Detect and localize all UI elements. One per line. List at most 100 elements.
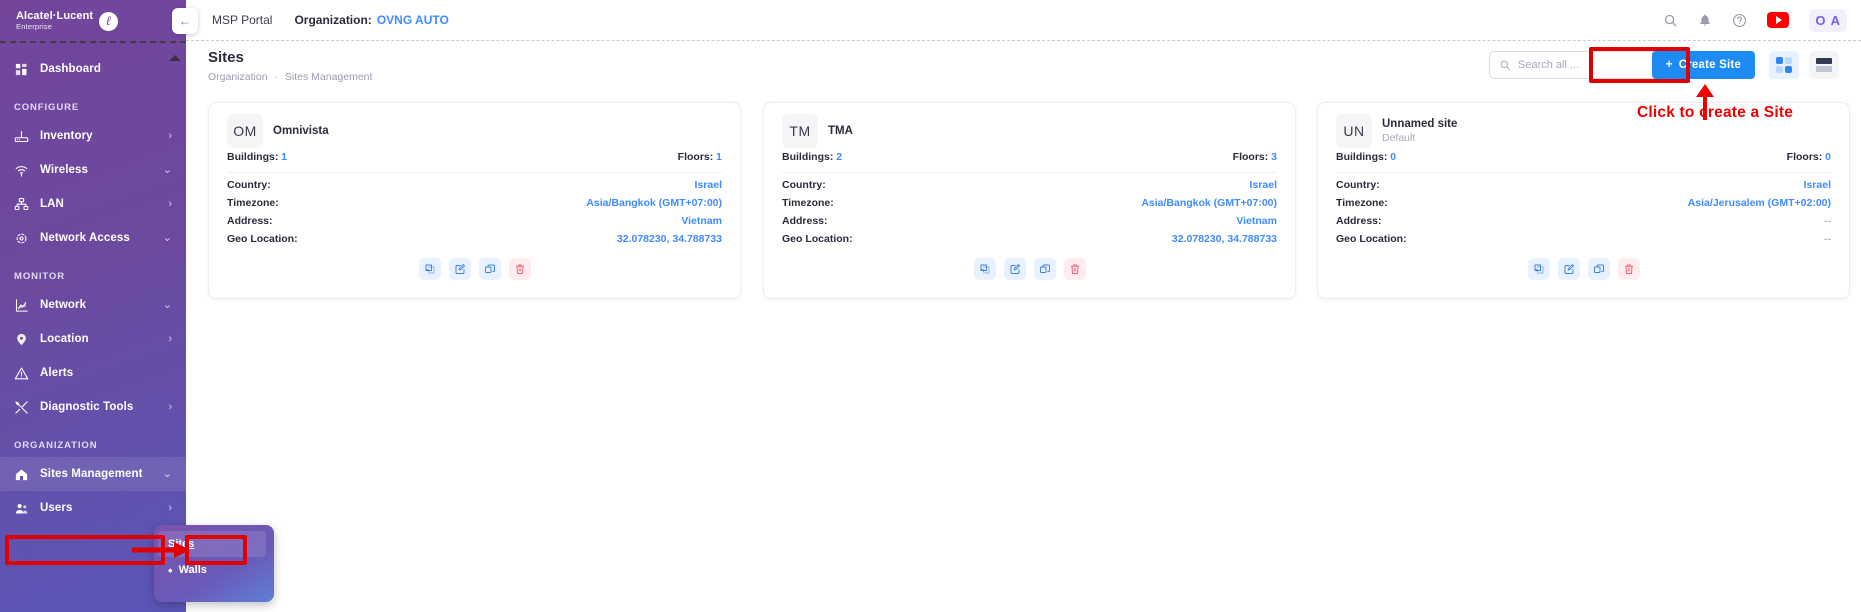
list-view-toggle[interactable] bbox=[1809, 51, 1839, 79]
youtube-icon[interactable] bbox=[1767, 12, 1789, 28]
buildings-floors-row: Buildings: 1 Floors: 1 bbox=[209, 145, 740, 163]
breadcrumb-root[interactable]: Organization bbox=[208, 71, 268, 83]
edit-button[interactable] bbox=[1558, 258, 1580, 280]
create-site-button[interactable]: + Create Site bbox=[1652, 51, 1755, 79]
site-detail-value: Israel bbox=[1804, 179, 1831, 191]
site-detail-value: Asia/Jerusalem (GMT+02:00) bbox=[1688, 197, 1831, 209]
buildings-value[interactable]: 2 bbox=[836, 151, 842, 163]
delete-button[interactable] bbox=[1618, 258, 1640, 280]
site-detail-key: Geo Location: bbox=[1336, 233, 1407, 245]
edit-button[interactable] bbox=[449, 258, 471, 280]
sidebar-item-sites-management[interactable]: Sites Management⌄ bbox=[0, 457, 186, 491]
floorplan-icon bbox=[424, 263, 436, 275]
site-detail-key: Timezone: bbox=[227, 197, 279, 209]
site-name: TMA bbox=[828, 125, 853, 137]
site-detail-value: 32.078230, 34.788733 bbox=[1172, 233, 1277, 245]
sites-card-grid: OM Omnivista Buildings: 1 Floors: 1 Coun… bbox=[186, 92, 1861, 612]
create-site-button-label: Create Site bbox=[1679, 59, 1741, 71]
site-detail-row: Timezone: Asia/Bangkok (GMT+07:00) bbox=[764, 191, 1295, 209]
chevron-down-icon[interactable]: ⌄ bbox=[163, 300, 172, 311]
floors-value[interactable]: 1 bbox=[716, 151, 722, 163]
msp-portal-label[interactable]: MSP Portal bbox=[212, 13, 272, 27]
sidebar-item-wireless[interactable]: Wireless⌄ bbox=[0, 153, 186, 187]
clone-icon bbox=[1593, 263, 1605, 275]
delete-button[interactable] bbox=[1064, 258, 1086, 280]
top-bar: MSP Portal Organization: OVNG AUTO bbox=[186, 0, 1861, 40]
sidebar-item-diagnostic-tools[interactable]: Diagnostic Tools› bbox=[0, 390, 186, 424]
sidebar-item-alerts[interactable]: Alerts bbox=[0, 356, 186, 390]
breadcrumb-leaf[interactable]: Sites Management bbox=[285, 71, 373, 83]
dashboard-icon bbox=[14, 62, 34, 77]
sidebar-item-location[interactable]: Location› bbox=[0, 322, 186, 356]
clone-button[interactable] bbox=[1034, 258, 1056, 280]
search-input[interactable] bbox=[1518, 59, 1648, 71]
inventory-icon bbox=[14, 129, 34, 144]
buildings-floors-row: Buildings: 0 Floors: 0 bbox=[1318, 145, 1849, 163]
chevron-right-icon[interactable]: › bbox=[168, 199, 172, 210]
grid-view-toggle[interactable] bbox=[1769, 51, 1799, 79]
clone-button[interactable] bbox=[479, 258, 501, 280]
floors-stat: Floors: 3 bbox=[1233, 151, 1277, 163]
site-detail-value: Asia/Bangkok (GMT+07:00) bbox=[1141, 197, 1277, 209]
chevron-right-icon[interactable]: › bbox=[168, 503, 172, 514]
edit-button[interactable] bbox=[1004, 258, 1026, 280]
chevron-right-icon[interactable]: › bbox=[168, 131, 172, 142]
sidebar-item-lan[interactable]: LAN› bbox=[0, 187, 186, 221]
site-detail-key: Country: bbox=[1336, 179, 1380, 191]
floorplan-button[interactable] bbox=[974, 258, 996, 280]
chevron-down-icon[interactable]: ⌄ bbox=[163, 469, 172, 480]
help-icon[interactable] bbox=[1732, 13, 1747, 28]
chevron-down-icon[interactable]: ⌄ bbox=[163, 233, 172, 244]
top-bar-actions: O A bbox=[1663, 0, 1847, 40]
sidebar-item-label: Alerts bbox=[40, 367, 73, 379]
chevron-right-icon[interactable]: › bbox=[168, 334, 172, 345]
site-card[interactable]: UN Unnamed site Default Buildings: 0 Flo… bbox=[1317, 102, 1850, 299]
clone-button[interactable] bbox=[1588, 258, 1610, 280]
search-box[interactable] bbox=[1489, 51, 1661, 79]
buildings-stat: Buildings: 1 bbox=[227, 151, 287, 163]
site-subtitle: Default bbox=[1382, 132, 1457, 144]
site-card[interactable]: TM TMA Buildings: 2 Floors: 3 Country: I… bbox=[763, 102, 1296, 299]
site-detail-value: Vietnam bbox=[1236, 215, 1277, 227]
search-icon[interactable] bbox=[1663, 13, 1678, 28]
site-card-actions bbox=[209, 258, 740, 280]
bell-icon[interactable] bbox=[1698, 13, 1712, 28]
site-card-header: TM TMA bbox=[764, 103, 1295, 145]
sidebar-item-label: Network bbox=[40, 299, 86, 311]
floorplan-button[interactable] bbox=[419, 258, 441, 280]
site-detail-key: Timezone: bbox=[782, 197, 834, 209]
floorplan-button[interactable] bbox=[1528, 258, 1550, 280]
plus-icon: + bbox=[1666, 59, 1673, 71]
sidebar-item-network[interactable]: Network ⌄ bbox=[0, 288, 186, 322]
floors-value[interactable]: 0 bbox=[1825, 151, 1831, 163]
delete-button[interactable] bbox=[509, 258, 531, 280]
sidebar-section-configure: CONFIGURE bbox=[0, 102, 186, 113]
sidebar-item-label: Inventory bbox=[40, 130, 93, 142]
brand-logo[interactable]: Alcatel·Lucent Enterprise ℓ bbox=[0, 0, 186, 42]
delete-icon bbox=[514, 263, 526, 275]
site-detail-row: Geo Location: -- bbox=[1318, 227, 1849, 245]
chevron-down-icon[interactable]: ⌄ bbox=[163, 165, 172, 176]
sidebar-item-network-access[interactable]: Network Access⌄ bbox=[0, 221, 186, 255]
breadcrumb-separator: · bbox=[274, 71, 278, 83]
edit-icon bbox=[1563, 263, 1575, 275]
floors-stat: Floors: 0 bbox=[1787, 151, 1831, 163]
sidebar-item-inventory[interactable]: Inventory › bbox=[0, 119, 186, 153]
sidebar-section-monitor: MONITOR bbox=[0, 271, 186, 282]
site-detail-row: Timezone: Asia/Bangkok (GMT+07:00) bbox=[209, 191, 740, 209]
organization-value[interactable]: OVNG AUTO bbox=[377, 13, 449, 27]
site-detail-key: Address: bbox=[227, 215, 273, 227]
sidebar-collapse-icon[interactable]: ← bbox=[172, 8, 198, 34]
site-detail-value: Israel bbox=[1250, 179, 1277, 191]
alerts-icon bbox=[14, 366, 34, 381]
sidebar-item-users[interactable]: Users› bbox=[0, 491, 186, 525]
lan-icon bbox=[14, 197, 34, 212]
site-card[interactable]: OM Omnivista Buildings: 1 Floors: 1 Coun… bbox=[208, 102, 741, 299]
floors-value[interactable]: 3 bbox=[1271, 151, 1277, 163]
sidebar-item-dashboard[interactable]: Dashboard bbox=[0, 52, 186, 86]
avatar[interactable]: O A bbox=[1809, 9, 1847, 32]
buildings-value[interactable]: 1 bbox=[281, 151, 287, 163]
buildings-value[interactable]: 0 bbox=[1390, 151, 1396, 163]
organization-label: Organization: bbox=[294, 13, 371, 27]
chevron-right-icon[interactable]: › bbox=[168, 402, 172, 413]
